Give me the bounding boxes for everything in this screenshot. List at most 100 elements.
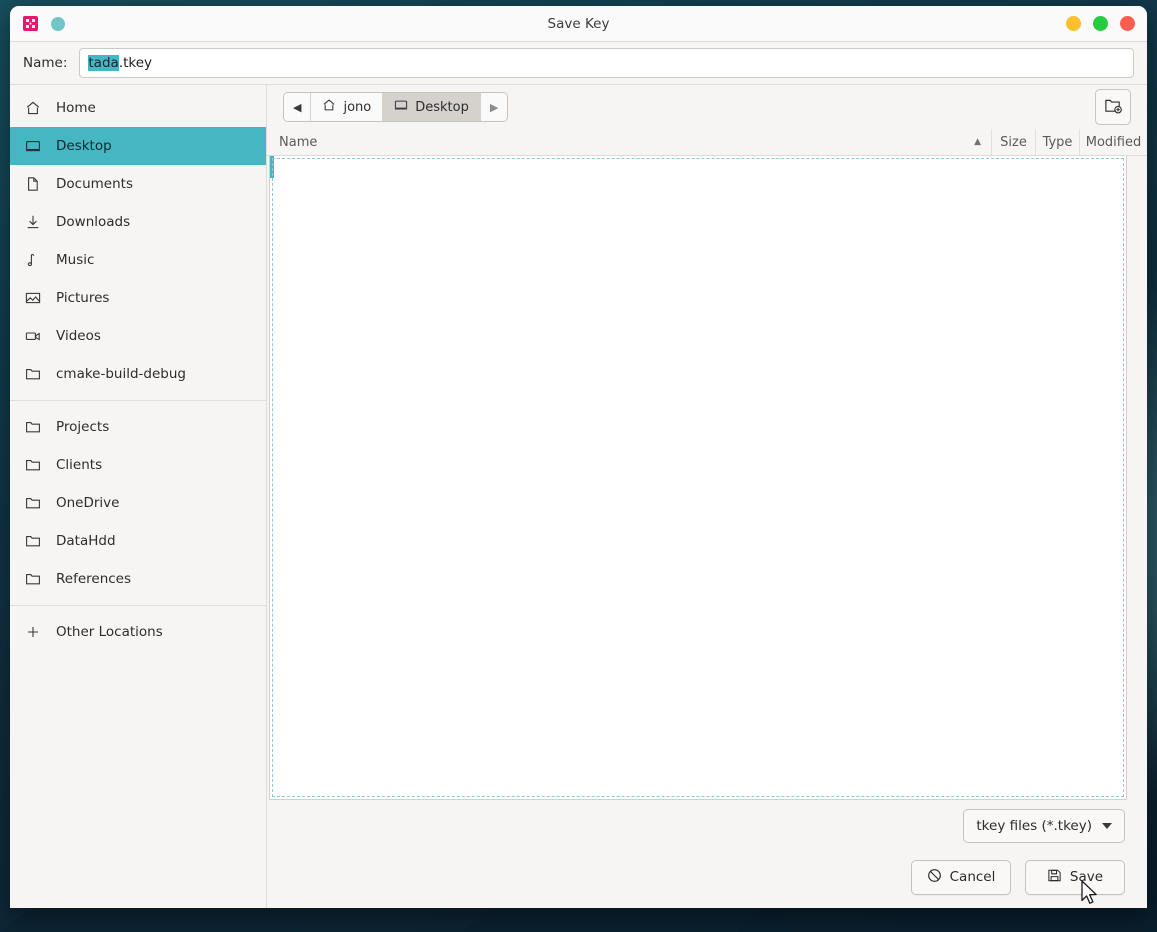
cancel-button[interactable]: Cancel (911, 859, 1011, 895)
window-title: Save Key (547, 15, 610, 32)
cancel-label: Cancel (949, 869, 996, 885)
create-folder-button[interactable] (1095, 89, 1131, 125)
window-controls (1066, 16, 1135, 31)
column-header-name-label: Name (279, 134, 318, 150)
sidebar-item-other-locations[interactable]: Other Locations (10, 613, 266, 651)
column-header-size-label: Size (1000, 134, 1027, 150)
sidebar-item-label: cmake-build-debug (56, 366, 186, 382)
sidebar-item-downloads[interactable]: Downloads (10, 203, 266, 241)
forward-arrow-icon: ▶ (489, 100, 499, 114)
sidebar-item-home[interactable]: Home (10, 89, 266, 127)
sidebar-item-videos[interactable]: Videos (10, 317, 266, 355)
save-button[interactable]: Save (1025, 859, 1125, 895)
file-type-filter-dropdown[interactable]: tkey files (*.tkey) (963, 809, 1125, 843)
breadcrumb-item-desktop[interactable]: Desktop (383, 93, 481, 121)
sidebar-item-label: Music (56, 252, 95, 268)
sidebar-divider (10, 400, 266, 401)
sidebar-item-references[interactable]: References (10, 560, 266, 598)
breadcrumb-forward-button[interactable]: ▶ (480, 93, 508, 121)
breadcrumb-item-jono[interactable]: jono (311, 93, 384, 121)
sort-ascending-icon: ▲ (974, 137, 981, 147)
maximize-button[interactable] (1093, 16, 1108, 31)
column-header-modified-label: Modified (1085, 134, 1142, 150)
plus-icon (24, 624, 41, 641)
breadcrumb-back-button[interactable]: ◀ (284, 93, 312, 121)
document-icon (24, 176, 41, 193)
filename-rest-text: .tkey (118, 55, 153, 71)
home-icon (24, 100, 41, 117)
sidebar-item-label: Home (56, 100, 96, 116)
close-button[interactable] (1120, 16, 1135, 31)
folder-icon (24, 495, 41, 512)
sidebar-item-label: DataHdd (56, 533, 116, 549)
sidebar-item-label: Clients (56, 457, 103, 473)
folder-icon (24, 457, 41, 474)
places-sidebar: Home Desktop Documents Downloads Music P… (10, 85, 267, 908)
file-list[interactable] (269, 156, 1127, 800)
action-bar: Cancel Save (267, 852, 1147, 908)
sidebar-item-desktop[interactable]: Desktop (10, 127, 266, 165)
sidebar-item-documents[interactable]: Documents (10, 165, 266, 203)
file-browser-pane: ◀ jono Desktop ▶ Name ▲ Size Type Modifi… (267, 85, 1147, 908)
column-header-type[interactable]: Type (1035, 129, 1079, 155)
name-label: Name: (23, 55, 68, 71)
name-row: Name: tada .tkey (10, 42, 1147, 85)
folder-icon (24, 419, 41, 436)
music-note-icon (24, 252, 41, 269)
titlebar[interactable]: Save Key (10, 6, 1147, 42)
no-entry-icon (927, 868, 942, 887)
back-arrow-icon: ◀ (293, 100, 302, 114)
sidebar-divider (10, 605, 266, 606)
sidebar-item-label: OneDrive (56, 495, 120, 511)
focus-outline (272, 158, 1124, 797)
filename-input[interactable]: tada .tkey (79, 48, 1134, 78)
desktop-icon (24, 138, 41, 155)
column-header-name[interactable]: Name (279, 135, 974, 150)
minimize-button[interactable] (1066, 16, 1081, 31)
sidebar-item-label: Desktop (56, 138, 112, 154)
breadcrumb-label: Desktop (415, 99, 469, 115)
sidebar-item-projects[interactable]: Projects (10, 408, 266, 446)
sidebar-item-label: Documents (56, 176, 133, 192)
sidebar-item-label: Pictures (56, 290, 110, 306)
status-dot-icon (51, 16, 65, 31)
folder-icon (24, 533, 41, 550)
column-headers: Name ▲ Size Type Modified (267, 129, 1147, 156)
column-header-modified[interactable]: Modified (1079, 129, 1147, 155)
sidebar-item-label: References (56, 571, 132, 587)
sidebar-item-label: Projects (56, 419, 110, 435)
sidebar-item-label: Downloads (56, 214, 131, 230)
download-icon (24, 214, 41, 231)
sidebar-item-datahdd[interactable]: DataHdd (10, 522, 266, 560)
desktop-icon (394, 98, 408, 116)
sidebar-item-label: Other Locations (56, 624, 163, 640)
filename-selected-text: tada (88, 55, 119, 71)
sidebar-item-label: Videos (56, 328, 101, 344)
dialog-body: Home Desktop Documents Downloads Music P… (10, 85, 1147, 908)
sidebar-item-pictures[interactable]: Pictures (10, 279, 266, 317)
column-header-size[interactable]: Size (991, 129, 1035, 155)
sidebar-item-music[interactable]: Music (10, 241, 266, 279)
pathbar: ◀ jono Desktop ▶ (267, 85, 1147, 129)
image-icon (24, 290, 41, 307)
save-label: Save (1069, 869, 1104, 885)
home-icon (322, 98, 336, 116)
sidebar-item-clients[interactable]: Clients (10, 446, 266, 484)
create-folder-icon (1104, 96, 1123, 119)
folder-icon (24, 571, 41, 588)
column-header-type-label: Type (1042, 134, 1073, 150)
breadcrumb: ◀ jono Desktop ▶ (283, 92, 509, 122)
sidebar-item-cmake-build-debug[interactable]: cmake-build-debug (10, 355, 266, 393)
app-logo-icon (22, 15, 39, 32)
video-camera-icon (24, 328, 41, 345)
chevron-down-icon (1102, 823, 1112, 829)
filter-label: tkey files (*.tkey) (976, 818, 1092, 834)
folder-icon (24, 366, 41, 383)
floppy-disk-icon (1047, 868, 1062, 887)
sidebar-item-onedrive[interactable]: OneDrive (10, 484, 266, 522)
breadcrumb-label: jono (343, 99, 372, 115)
titlebar-left (22, 15, 65, 32)
save-key-dialog: Save Key Name: tada .tkey Home Desktop D… (10, 6, 1147, 908)
filter-bar: tkey files (*.tkey) (267, 800, 1147, 852)
